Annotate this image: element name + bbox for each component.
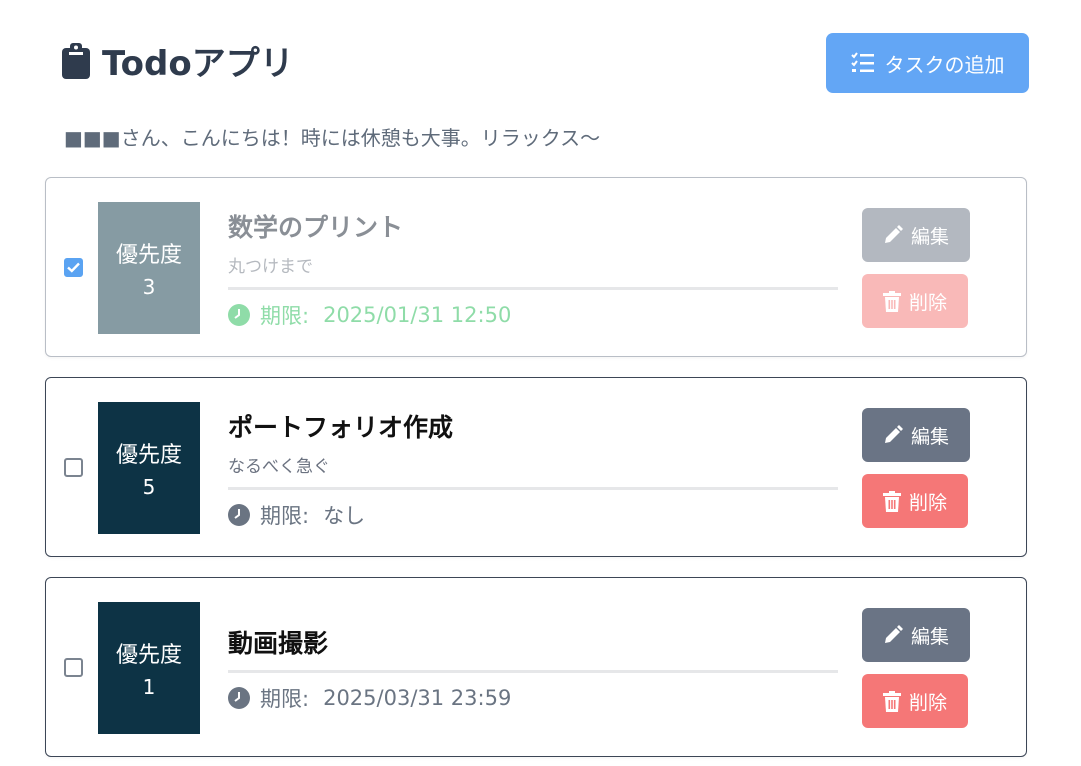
add-task-label: タスクの追加 [884, 52, 1005, 77]
edit-label: 編集 [910, 425, 949, 448]
trash-icon [882, 490, 901, 512]
task-card: 優先度 3 数学のプリント 丸つけまで 期限: 2025/01/31 12:50 [45, 177, 1027, 357]
task-card: 優先度 1 動画撮影 期限: 2025/03/31 23:59 編集 削除 [45, 577, 1027, 757]
page-title: Todoアプリ [102, 44, 294, 84]
task-checkbox[interactable] [64, 258, 83, 277]
task-note: 丸つけまで [228, 257, 313, 277]
deadline-label: 期限: [260, 687, 310, 711]
task-checkbox[interactable] [64, 658, 83, 677]
task-divider [228, 487, 838, 490]
task-note: なるべく急ぐ [228, 457, 330, 477]
priority-badge: 優先度 3 [98, 202, 200, 334]
priority-badge: 優先度 1 [98, 602, 200, 734]
delete-label: 削除 [908, 691, 947, 714]
edit-button[interactable]: 編集 [862, 408, 970, 462]
deadline-value: なし [323, 504, 366, 528]
priority-label: 優先度 [115, 443, 182, 468]
priority-value: 3 [142, 275, 156, 299]
delete-label: 削除 [908, 491, 947, 514]
task-deadline: 期限: なし [228, 500, 838, 530]
edit-label: 編集 [910, 625, 949, 648]
edit-label: 編集 [910, 225, 949, 248]
trash-icon [882, 690, 901, 712]
priority-value: 5 [142, 475, 156, 499]
pencil-icon [883, 625, 903, 645]
greeting-message: ■■■さん、こんにちは！時には休憩も大事。リラックス〜 [64, 126, 601, 150]
pencil-icon [883, 425, 903, 445]
task-checkbox[interactable] [64, 458, 83, 477]
task-title: 動画撮影 [228, 629, 329, 658]
clipboard-icon [62, 42, 90, 79]
clock-icon [228, 687, 250, 709]
pencil-icon [883, 225, 903, 245]
edit-button[interactable]: 編集 [862, 208, 970, 262]
delete-label: 削除 [908, 291, 947, 314]
trash-icon [882, 290, 901, 312]
edit-button[interactable]: 編集 [862, 608, 970, 662]
checklist-icon [850, 52, 875, 74]
todo-app: Todoアプリ タスクの追加 ■■■さん、こんにちは！時には休憩も大事。リラック… [0, 0, 1081, 766]
app-header: Todoアプリ [62, 36, 294, 85]
task-divider [228, 287, 838, 290]
task-body: 数学のプリント 丸つけまで 期限: 2025/01/31 12:50 [228, 208, 838, 330]
task-deadline: 期限: 2025/03/31 23:59 [228, 683, 838, 713]
task-deadline: 期限: 2025/01/31 12:50 [228, 300, 838, 330]
priority-label: 優先度 [115, 643, 182, 668]
add-task-button[interactable]: タスクの追加 [826, 33, 1029, 93]
deadline-label: 期限: [260, 304, 310, 328]
task-body: ポートフォリオ作成 なるべく急ぐ 期限: なし [228, 408, 838, 530]
deadline-value: 2025/03/31 23:59 [323, 686, 512, 710]
delete-button[interactable]: 削除 [862, 674, 968, 728]
task-title: ポートフォリオ作成 [228, 413, 454, 442]
priority-label: 優先度 [115, 243, 182, 268]
task-card: 優先度 5 ポートフォリオ作成 なるべく急ぐ 期限: なし 編集 削除 [45, 377, 1027, 557]
task-divider [228, 670, 838, 673]
priority-value: 1 [142, 675, 156, 699]
task-body: 動画撮影 期限: 2025/03/31 23:59 [228, 624, 838, 713]
clock-icon [228, 304, 250, 326]
delete-button[interactable]: 削除 [862, 274, 968, 328]
clock-icon [228, 504, 250, 526]
priority-badge: 優先度 5 [98, 402, 200, 534]
deadline-value: 2025/01/31 12:50 [323, 303, 512, 327]
delete-button[interactable]: 削除 [862, 474, 968, 528]
task-title: 数学のプリント [228, 213, 404, 242]
deadline-label: 期限: [260, 504, 310, 528]
